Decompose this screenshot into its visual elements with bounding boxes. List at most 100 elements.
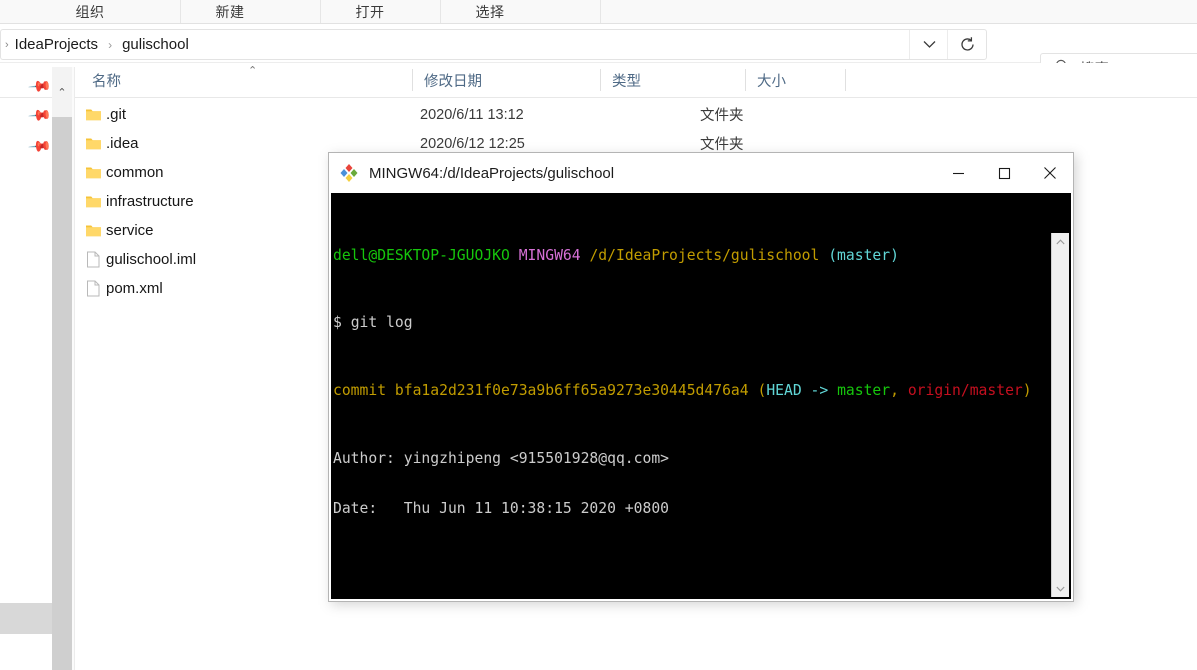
commit-ref-head: HEAD -> xyxy=(766,381,838,399)
breadcrumb-item-gulischool[interactable]: gulischool xyxy=(120,36,191,53)
column-header-date-modified[interactable]: 修改日期 xyxy=(412,63,600,97)
toolbar-button-new[interactable]: 新建 xyxy=(180,0,280,23)
column-header-type-label: 类型 xyxy=(612,73,641,90)
file-name: gulischool.iml xyxy=(106,251,197,268)
column-header-name[interactable]: 名称 xyxy=(80,63,412,97)
close-button[interactable] xyxy=(1027,153,1073,193)
prompt-path: /d/IdeaProjects/gulischool xyxy=(589,246,820,264)
breadcrumb[interactable]: › IdeaProjects › gulischool xyxy=(0,29,987,60)
file-type: 文件夹 xyxy=(700,137,744,153)
file-type: 文件夹 xyxy=(700,108,744,124)
toolbar-button-new-label: 新建 xyxy=(215,3,245,20)
close-icon xyxy=(1044,167,1056,179)
commit-hash: bfa1a2d231f0e73a9b6ff65a9273e30445d476a4 xyxy=(394,381,749,399)
chevron-down-icon xyxy=(1056,586,1065,592)
commit-ref-origin: origin/master xyxy=(907,381,1023,399)
navigation-pane-footer xyxy=(0,603,52,634)
toolbar-button-open[interactable]: 打开 xyxy=(320,0,420,23)
prompt-symbol: $ xyxy=(333,314,342,332)
file-list-column-headers: 名称 ⌃ 修改日期 类型 大小 xyxy=(0,63,1197,98)
file-name: service xyxy=(106,222,154,239)
chevron-up-icon xyxy=(1056,238,1065,244)
breadcrumb-leading-arrow-icon: › xyxy=(5,38,9,51)
terminal-body[interactable]: dell@DESKTOP-JGUOJKO MINGW64 /d/IdeaProj… xyxy=(331,193,1071,599)
pin-icon[interactable]: 📌 xyxy=(26,103,52,128)
refresh-button[interactable] xyxy=(947,30,986,59)
column-header-date-modified-label: 修改日期 xyxy=(424,73,482,90)
commit-refs-close: ) xyxy=(1022,381,1032,399)
navigation-scroll-up-button[interactable]: ⌃ xyxy=(52,67,72,117)
terminal-scrollbar[interactable] xyxy=(1051,233,1069,597)
column-divider[interactable] xyxy=(845,69,846,91)
file-name: .idea xyxy=(106,135,139,152)
prompt-branch: (master) xyxy=(828,246,899,264)
terminal-output: dell@DESKTOP-JGUOJKO MINGW64 /d/IdeaProj… xyxy=(333,197,1053,599)
toolbar-button-organize-label: 组织 xyxy=(75,3,105,20)
terminal-title: MINGW64:/d/IdeaProjects/gulischool xyxy=(369,164,615,182)
address-bar: › IdeaProjects › gulischool xyxy=(0,24,1197,84)
folder-icon xyxy=(80,107,106,122)
toolbar-divider xyxy=(320,0,321,23)
commit-refs-open: ( xyxy=(757,381,767,399)
file-icon xyxy=(80,251,106,268)
table-row[interactable]: .git 2020/6/11 13:12 文件夹 xyxy=(80,100,980,129)
prompt-user-host: dell@DESKTOP-JGUOJKO xyxy=(333,246,510,264)
minimize-icon xyxy=(952,172,964,174)
breadcrumb-dropdown-button[interactable] xyxy=(909,30,948,59)
file-name: pom.xml xyxy=(106,280,163,297)
folder-icon xyxy=(80,165,106,180)
folder-icon xyxy=(80,136,106,151)
terminal-line-date-1: Date: Thu Jun 11 10:38:15 2020 +0800 xyxy=(333,500,1053,518)
chevron-up-icon: ⌃ xyxy=(57,86,67,99)
file-date: 2020/6/12 12:25 xyxy=(420,135,525,152)
toolbar-divider xyxy=(440,0,441,23)
commit-ref-master: master xyxy=(837,381,891,399)
scroll-down-button[interactable] xyxy=(1052,580,1069,597)
file-name: infrastructure xyxy=(106,193,194,210)
prompt-shell: MINGW64 xyxy=(518,246,581,264)
chevron-down-icon xyxy=(923,41,935,48)
toolbar-button-organize[interactable]: 组织 xyxy=(40,0,140,23)
terminal-line-prompt: dell@DESKTOP-JGUOJKO MINGW64 /d/IdeaProj… xyxy=(333,246,1053,265)
commit-author: Author: yingzhipeng <915501928@qq.com> xyxy=(333,449,670,467)
column-header-name-label: 名称 xyxy=(92,73,121,90)
column-header-size[interactable]: 大小 xyxy=(745,63,845,97)
terminal-line-author-1: Author: yingzhipeng <915501928@qq.com> xyxy=(333,449,1053,468)
breadcrumb-item-ideaprojects[interactable]: IdeaProjects xyxy=(13,36,100,53)
commit-label: commit xyxy=(333,381,387,399)
maximize-button[interactable] xyxy=(981,153,1027,193)
toolbar-button-select[interactable]: 选择 xyxy=(440,0,540,23)
terminal-title-bar[interactable]: MINGW64:/d/IdeaProjects/gulischool xyxy=(329,153,1073,193)
commit-date: Date: Thu Jun 11 10:38:15 2020 +0800 xyxy=(333,500,670,518)
window-controls xyxy=(935,153,1073,193)
terminal-window: MINGW64:/d/IdeaProjects/gulischool dell@… xyxy=(328,152,1074,602)
toolbar-divider xyxy=(600,0,601,23)
scroll-up-button[interactable] xyxy=(1052,233,1069,250)
toolbar-button-open-label: 打开 xyxy=(355,3,385,20)
toolbar-button-select-label: 选择 xyxy=(475,3,505,20)
column-header-size-label: 大小 xyxy=(757,73,786,90)
mintty-icon xyxy=(339,163,359,183)
pin-icon[interactable]: 📌 xyxy=(26,134,52,159)
terminal-command: git log xyxy=(350,314,413,332)
file-name: .git xyxy=(106,106,127,123)
file-icon xyxy=(80,280,106,297)
column-header-type[interactable]: 类型 xyxy=(600,63,745,97)
refresh-icon xyxy=(960,37,974,51)
file-date: 2020/6/11 13:12 xyxy=(420,106,524,123)
file-name: common xyxy=(106,164,164,181)
explorer-toolbar: 组织 新建 打开 选择 xyxy=(0,0,1197,24)
terminal-line-commit-1: commit bfa1a2d231f0e73a9b6ff65a9273e3044… xyxy=(333,381,1053,400)
toolbar-divider xyxy=(180,0,181,23)
sort-ascending-icon: ⌃ xyxy=(248,65,258,77)
rail-border xyxy=(74,67,75,670)
screen: 组织 新建 打开 选择 › IdeaProjects › gulischool xyxy=(0,0,1197,670)
maximize-icon xyxy=(998,167,1010,179)
minimize-button[interactable] xyxy=(935,153,981,193)
folder-icon xyxy=(80,194,106,209)
folder-icon xyxy=(80,223,106,238)
navigation-scroll-track[interactable] xyxy=(52,67,72,670)
commit-ref-comma: , xyxy=(890,381,908,399)
breadcrumb-separator-icon: › xyxy=(108,37,113,52)
